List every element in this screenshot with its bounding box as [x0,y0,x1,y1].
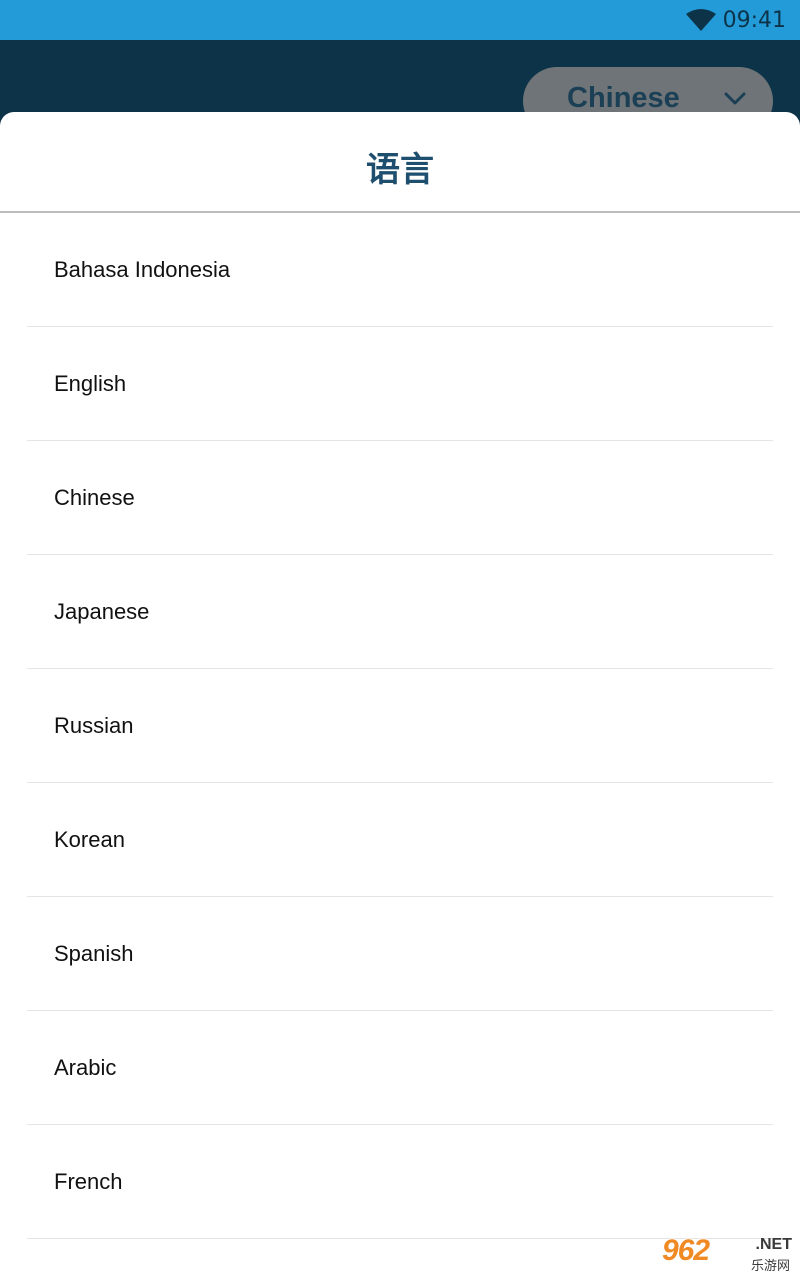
language-list: Bahasa Indonesia English Chinese Japanes… [0,213,800,1239]
chevron-down-icon [724,92,746,105]
status-time: 09:41 [722,8,786,33]
watermark-suffix: .NET [755,1236,792,1253]
language-item-label: Spanish [54,941,134,966]
wifi-icon [686,9,716,31]
language-item-arabic[interactable]: Arabic [27,1011,773,1125]
language-item-label: English [54,371,127,396]
language-item-french[interactable]: French [27,1125,773,1239]
language-item-label: Russian [54,713,134,738]
sheet-title: 语言 [366,150,434,190]
language-item-chinese[interactable]: Chinese [27,441,773,555]
language-item-english[interactable]: English [27,327,773,441]
language-item-label: Bahasa Indonesia [54,257,231,282]
language-item-spanish[interactable]: Spanish [27,897,773,1011]
language-bottom-sheet: 语言 Bahasa Indonesia English Chinese Japa… [0,112,800,1280]
language-item-label: Arabic [54,1055,117,1080]
language-item-label: Korean [54,827,125,852]
watermark-main: 962 [662,1234,710,1267]
language-item-japanese[interactable]: Japanese [27,555,773,669]
language-item-korean[interactable]: Korean [27,783,773,897]
language-item-label: Chinese [54,485,135,510]
watermark-logo: 962 .NET 乐游网 [658,1234,794,1274]
watermark-sub: 乐游网 [750,1259,790,1274]
language-item-label: French [54,1169,123,1194]
language-dropdown-label: Chinese [567,82,680,114]
language-item-bahasa-indonesia[interactable]: Bahasa Indonesia [27,213,773,327]
status-bar: 09:41 [0,0,800,40]
sheet-header: 语言 [0,112,800,213]
language-item-label: Japanese [54,599,150,624]
language-item-russian[interactable]: Russian [27,669,773,783]
